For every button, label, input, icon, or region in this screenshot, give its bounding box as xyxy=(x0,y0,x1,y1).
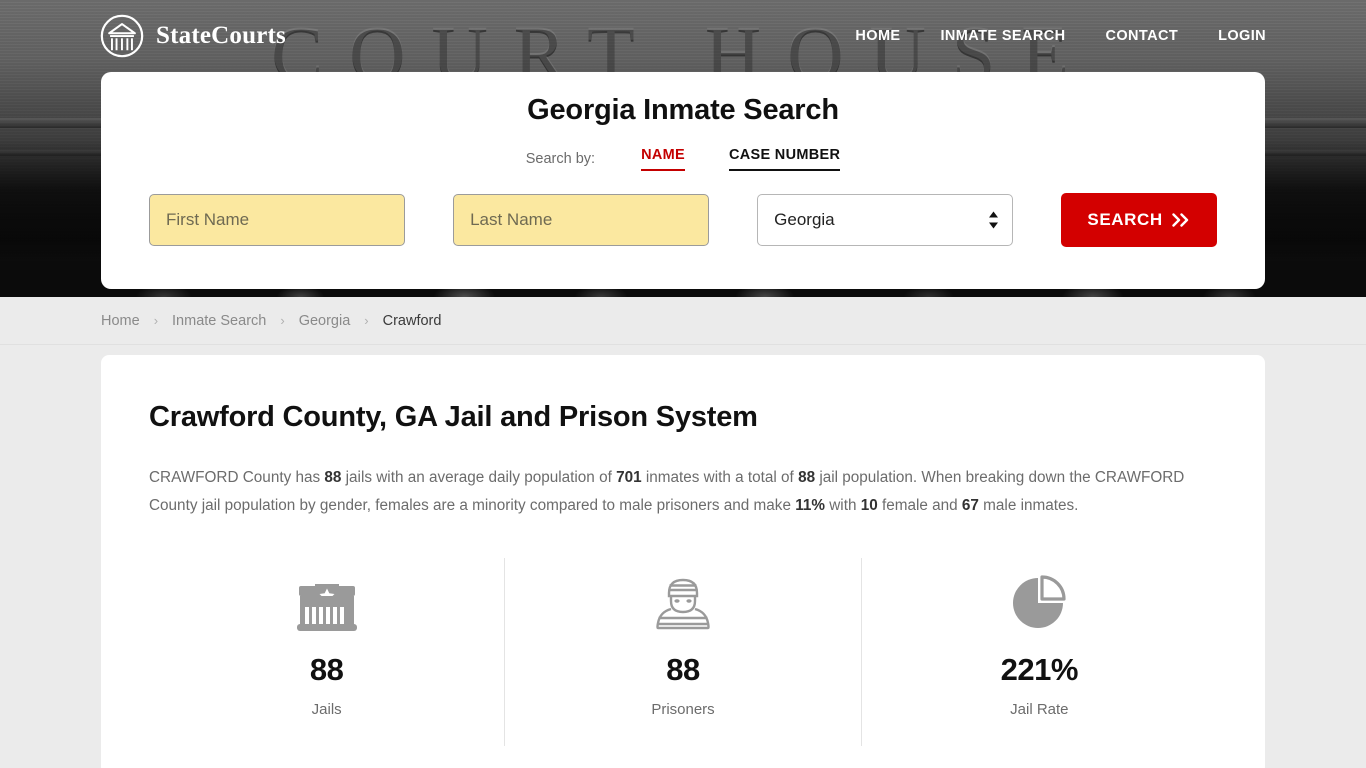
stat-jail-rate: 221% Jail Rate xyxy=(860,558,1217,746)
search-fields-row: Georgia SEARCH xyxy=(101,193,1265,247)
nav-item-contact[interactable]: CONTACT xyxy=(1105,28,1178,44)
nav-item-home[interactable]: HOME xyxy=(855,28,900,44)
county-content-card: Crawford County, GA Jail and Prison Syst… xyxy=(101,355,1265,768)
pie-chart-icon xyxy=(862,572,1217,634)
nav-item-inmate-search[interactable]: INMATE SEARCH xyxy=(941,28,1066,44)
stat-jail-rate-label: Jail Rate xyxy=(1010,701,1069,718)
stat-jail-rate-value: 221% xyxy=(1000,652,1079,687)
summary-text-6: female and xyxy=(877,497,962,514)
stat-jails-value: 88 xyxy=(309,652,344,687)
jail-building-icon xyxy=(149,572,504,634)
breadcrumb-separator: › xyxy=(364,313,369,328)
search-by-label: Search by: xyxy=(525,151,596,167)
summary-female-count: 10 xyxy=(860,497,878,514)
summary-jails-count: 88 xyxy=(324,469,342,486)
spinner-updown-icon xyxy=(988,211,999,229)
search-button[interactable]: SEARCH xyxy=(1061,193,1217,247)
breadcrumb-separator: › xyxy=(153,313,159,328)
breadcrumb-separator: › xyxy=(280,313,285,328)
breadcrumb-item-crawford: Crawford xyxy=(382,312,442,329)
county-summary-paragraph: CRAWFORD County has 88 jails with an ave… xyxy=(149,464,1217,520)
summary-female-percent: 11% xyxy=(795,497,825,514)
summary-total-jail-population: 88 xyxy=(798,469,816,486)
stat-prisoners: 88 Prisoners xyxy=(504,558,860,746)
inmate-search-card: Georgia Inmate Search Search by: NAME CA… xyxy=(101,72,1265,289)
tab-case-number[interactable]: CASE NUMBER xyxy=(728,147,841,171)
search-by-row: Search by: NAME CASE NUMBER xyxy=(101,147,1265,171)
prisoner-icon xyxy=(505,572,860,634)
summary-text-2: jails with an average daily population o… xyxy=(341,469,617,486)
double-chevron-right-icon xyxy=(1172,213,1188,227)
search-button-label: SEARCH xyxy=(1087,210,1163,229)
state-select-value: Georgia xyxy=(774,210,835,229)
county-stats-row: 88 Jails 88 Prisoners 221% Jail Rate xyxy=(149,558,1217,746)
breadcrumb: Home › Inmate Search › Georgia › Crawfor… xyxy=(0,297,1366,345)
stat-prisoners-label: Prisoners xyxy=(651,701,715,718)
main-nav: HOME INMATE SEARCH CONTACT LOGIN xyxy=(855,28,1266,44)
summary-avg-daily-population: 701 xyxy=(616,469,642,486)
summary-text-3: inmates with a total of xyxy=(641,469,799,486)
summary-text-5: with xyxy=(825,497,861,514)
first-name-input[interactable] xyxy=(149,194,406,246)
summary-text-7: male inmates. xyxy=(978,497,1079,514)
stat-prisoners-value: 88 xyxy=(666,652,700,687)
nav-item-login[interactable]: LOGIN xyxy=(1218,28,1266,44)
search-card-title: Georgia Inmate Search xyxy=(527,94,839,126)
page-title: Crawford County, GA Jail and Prison Syst… xyxy=(149,401,758,433)
stat-jails: 88 Jails xyxy=(149,558,504,746)
breadcrumb-item-inmate-search[interactable]: Inmate Search xyxy=(172,313,266,329)
top-navigation-bar: StateCourts HOME INMATE SEARCH CONTACT L… xyxy=(0,0,1366,72)
summary-text-1: CRAWFORD County has xyxy=(149,469,325,486)
state-select[interactable]: Georgia xyxy=(757,194,1014,246)
tab-name[interactable]: NAME xyxy=(641,147,685,171)
brand-logo[interactable]: StateCourts xyxy=(100,14,286,58)
stat-jails-label: Jails xyxy=(311,701,342,718)
hero-banner: COURT HOUSE StateCourts HOME INMATE SEAR… xyxy=(0,0,1366,297)
last-name-input[interactable] xyxy=(453,194,710,246)
courthouse-circle-icon xyxy=(100,14,144,58)
brand-name: StateCourts xyxy=(156,22,286,49)
breadcrumb-item-georgia[interactable]: Georgia xyxy=(299,313,351,329)
summary-male-count: 67 xyxy=(961,497,979,514)
breadcrumb-item-home[interactable]: Home xyxy=(101,313,140,329)
